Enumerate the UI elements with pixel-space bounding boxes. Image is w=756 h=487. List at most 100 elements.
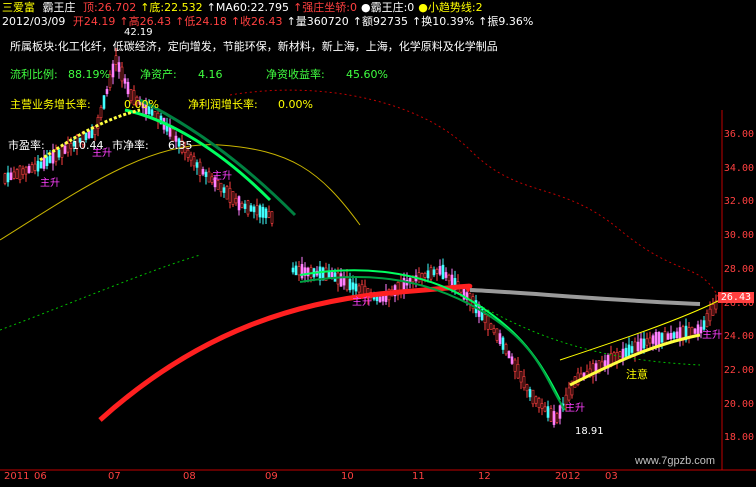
x-tick-label: 07 (108, 471, 121, 482)
pb-value: 6.35 (168, 139, 193, 152)
candlestick (6, 172, 10, 183)
candlestick (243, 203, 247, 209)
net-assets-value: 4.16 (198, 68, 223, 81)
candlestick-layer (3, 47, 718, 428)
ma250-gray (469, 288, 701, 306)
roe-value: 45.60% (346, 68, 388, 81)
candlestick (498, 333, 502, 345)
candlestick (195, 162, 199, 168)
candlestick (429, 267, 433, 280)
candlestick (111, 63, 115, 78)
candlestick (249, 205, 253, 212)
formula-name[interactable]: 霸王庄 (43, 1, 76, 14)
indicator-header: 三爱富 霸王庄 顶:26.702 ↑底:22.532 ↑MA60:22.795 ↑强庄… (2, 1, 491, 14)
candlestick (15, 169, 19, 179)
quote-token-0: 开24.19 (72, 15, 116, 28)
candlestick (207, 171, 211, 183)
candlestick (192, 156, 196, 167)
y-tick-label: 18.00 (723, 432, 754, 444)
circulation-label: 流利比例: (10, 68, 58, 81)
profit-growth-label: 净利润增长率: (188, 98, 258, 111)
candlestick (666, 333, 670, 340)
candlestick (60, 145, 64, 158)
candlestick (513, 359, 517, 372)
candlestick (618, 351, 622, 360)
candlestick (639, 338, 643, 352)
candlestick (327, 271, 331, 278)
candlestick (693, 328, 697, 334)
net-assets-label: 净资产: (140, 68, 177, 81)
header-token-5: ●小趋势线:2 (418, 1, 483, 14)
candlestick (615, 352, 619, 362)
candlestick (669, 332, 673, 340)
candlestick (423, 273, 427, 278)
stock-name[interactable]: 三爱富 (2, 1, 35, 14)
candlestick (252, 206, 256, 213)
candlestick (270, 211, 274, 224)
candlestick (9, 172, 13, 180)
candlestick (672, 332, 676, 339)
candlestick (201, 169, 205, 175)
candlestick (120, 66, 124, 82)
x-tick-label: 08 (183, 471, 196, 482)
candlestick (51, 151, 55, 164)
candlestick (240, 202, 244, 208)
x-tick-label: 03 (605, 471, 618, 482)
candlestick (630, 346, 634, 353)
low-marker: 18.91 (575, 426, 604, 437)
revenue-growth-label: 主营业务增长率: (10, 98, 91, 111)
header-token-1: ↑底:22.532 (140, 1, 203, 14)
candlestick (492, 328, 496, 334)
candlestick (222, 187, 226, 193)
quote-token-7: ↑振9.36% (478, 15, 534, 28)
quote-token-6: ↑换10.39% (412, 15, 475, 28)
x-tick-label: 06 (34, 471, 47, 482)
candlestick (261, 206, 265, 218)
candlestick (558, 405, 562, 419)
candlestick (105, 89, 109, 94)
candlestick (354, 283, 358, 292)
candlestick (510, 356, 514, 364)
candlestick (351, 282, 355, 290)
candlestick (675, 331, 679, 339)
candlestick (519, 370, 523, 383)
candlestick (705, 313, 709, 327)
candlestick (102, 95, 106, 109)
signal-tag: 主升 (92, 148, 112, 159)
quote-date: 2012/03/09 (2, 15, 66, 28)
candlestick (432, 269, 436, 276)
y-tick-label: 30.00 (723, 230, 754, 242)
candlestick (12, 171, 16, 179)
candlestick (357, 285, 361, 293)
candlestick (501, 337, 505, 350)
x-tick-label: 09 (265, 471, 278, 482)
circulation-value: 88.19% (68, 68, 110, 81)
candlestick (33, 163, 37, 171)
candlestick (534, 396, 538, 404)
candlestick (663, 331, 667, 344)
candlestick (264, 208, 268, 219)
candlestick (3, 173, 7, 184)
candlestick (528, 389, 532, 398)
candlestick (552, 411, 556, 425)
candlestick (348, 278, 352, 291)
indicator-lines (0, 89, 721, 422)
y-tick-label: 28.00 (723, 263, 754, 275)
candlestick (21, 168, 25, 175)
y-tick-label: 20.00 (723, 398, 754, 410)
candlestick (267, 211, 271, 218)
candlestick (87, 130, 91, 139)
candlestick (219, 182, 223, 193)
ma-dashed-green (0, 254, 201, 331)
candlestick (426, 270, 430, 279)
header-token-2: ↑MA60:22.795 (206, 1, 290, 14)
quote-token-2: ↑低24.18 (175, 15, 227, 28)
ma-dashed-red (229, 89, 721, 301)
candlestick (297, 266, 301, 276)
x-tick-label: 2011 (4, 471, 30, 482)
pe-label: 市盈率: (8, 139, 45, 152)
candlestick (522, 376, 526, 389)
candlestick (435, 269, 439, 274)
candlestick (486, 315, 490, 330)
candlestick (123, 78, 127, 84)
